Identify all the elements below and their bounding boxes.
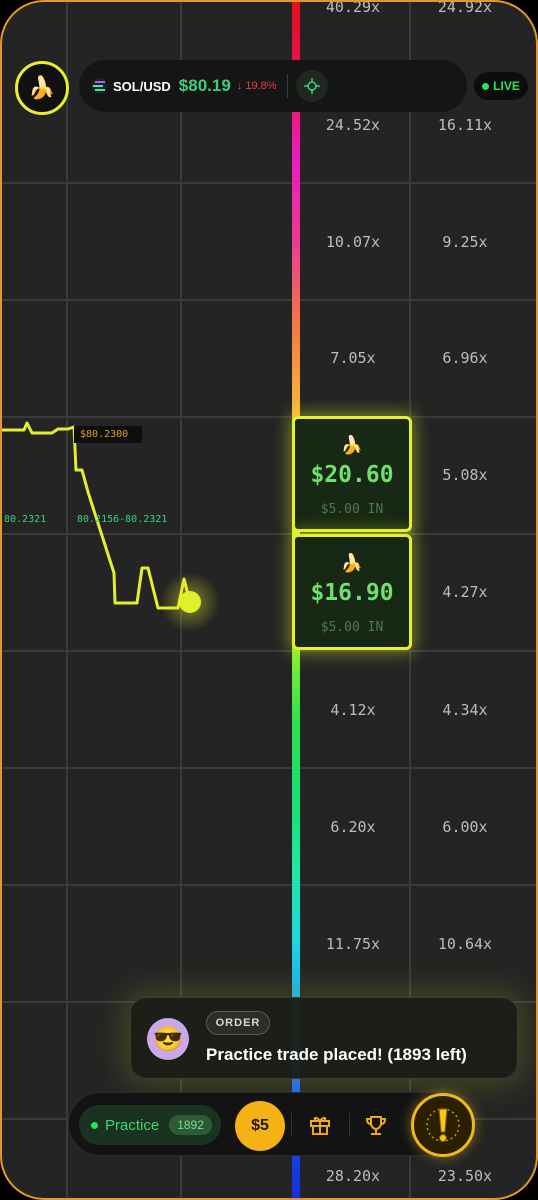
status-dot-icon	[91, 1121, 98, 1129]
mascot-avatar-icon: 😎	[147, 1018, 189, 1060]
divider	[291, 1113, 292, 1137]
trophy-icon[interactable]	[362, 1111, 390, 1139]
practice-label: Practice	[105, 1116, 160, 1134]
divider	[349, 1113, 350, 1137]
live-dot-icon	[482, 82, 490, 90]
multiplier-cell[interactable]: 4.12x	[298, 701, 408, 719]
app-frame: 40.29x 24.52x 10.07x 7.05x 4.12x 6.20x 1…	[0, 0, 538, 1200]
bet-stake: $5.00 IN	[320, 620, 384, 635]
multiplier-cell[interactable]: 6.20x	[298, 818, 408, 836]
range-label-mid: 80.2156-80.2321	[77, 514, 168, 525]
bet-payout: $20.60	[310, 462, 394, 488]
multiplier-cell[interactable]: 16.11x	[410, 116, 520, 134]
profile-avatar[interactable]: 🍌	[15, 61, 69, 115]
multiplier-cell[interactable]: 28.20x	[298, 1167, 408, 1185]
multiplier-cell[interactable]: 40.29x	[298, 2, 408, 16]
live-badge: LIVE	[474, 72, 528, 100]
solana-icon	[91, 78, 107, 94]
bet-cell[interactable]: 🍌 $20.60 $5.00 IN	[292, 416, 412, 532]
banana-icon: 🍌	[340, 553, 364, 573]
multiplier-cell[interactable]: 23.50x	[410, 1167, 520, 1185]
multiplier-cell[interactable]: 4.27x	[410, 583, 520, 601]
order-toast[interactable]: 😎 ORDER Practice trade placed! (1893 lef…	[130, 997, 518, 1079]
multiplier-cell[interactable]: 5.08x	[410, 466, 520, 484]
banana-icon: 🍌	[28, 75, 56, 100]
asset-ticker[interactable]: SOL/USD $80.19 ↓ 19.8%	[79, 60, 467, 112]
toast-tag: ORDER	[206, 1011, 270, 1035]
current-price-dot	[179, 591, 201, 613]
multiplier-cell[interactable]: 10.07x	[298, 233, 408, 251]
multiplier-cell[interactable]: 7.05x	[298, 349, 408, 367]
multiplier-cell[interactable]: 24.92x	[410, 2, 520, 16]
crosshair-icon[interactable]	[295, 70, 328, 102]
divider	[286, 74, 288, 98]
bottom-action-bar: Practice 1892 $5	[68, 1092, 475, 1157]
price-tag: $80.2300	[74, 426, 142, 443]
toast-message: Practice trade placed! (1893 left)	[206, 1045, 467, 1064]
pair-symbol: SOL/USD	[113, 78, 171, 94]
bet-payout: $16.90	[310, 580, 394, 606]
bet-stake: $5.00 IN	[320, 502, 384, 517]
live-label: LIVE	[493, 79, 520, 93]
practice-mode-button[interactable]: Practice 1892	[79, 1105, 221, 1145]
range-label-left: 80.2321	[4, 514, 47, 525]
banana-icon: 🍌	[340, 435, 364, 455]
price-change: ↓ 19.8%	[236, 80, 277, 92]
multiplier-cell[interactable]: 10.64x	[410, 935, 520, 953]
multiplier-cell[interactable]: 24.52x	[298, 116, 408, 134]
gift-icon[interactable]	[306, 1111, 334, 1139]
multiplier-cell[interactable]: 6.96x	[410, 349, 520, 367]
multiplier-cell[interactable]: 4.34x	[410, 701, 520, 719]
multiplier-cell[interactable]: 11.75x	[298, 935, 408, 953]
bet-cell[interactable]: 🍌 $16.90 $5.00 IN	[292, 534, 412, 650]
alert-icon[interactable]	[411, 1093, 475, 1157]
multiplier-cell[interactable]: 6.00x	[410, 818, 520, 836]
bet-amount-button[interactable]: $5	[235, 1101, 285, 1151]
multiplier-cell[interactable]: 9.25x	[410, 233, 520, 251]
practice-count-badge: 1892	[169, 1115, 212, 1135]
grid-line	[2, 767, 536, 769]
grid-line	[2, 884, 536, 886]
current-price: $80.19	[178, 76, 231, 95]
